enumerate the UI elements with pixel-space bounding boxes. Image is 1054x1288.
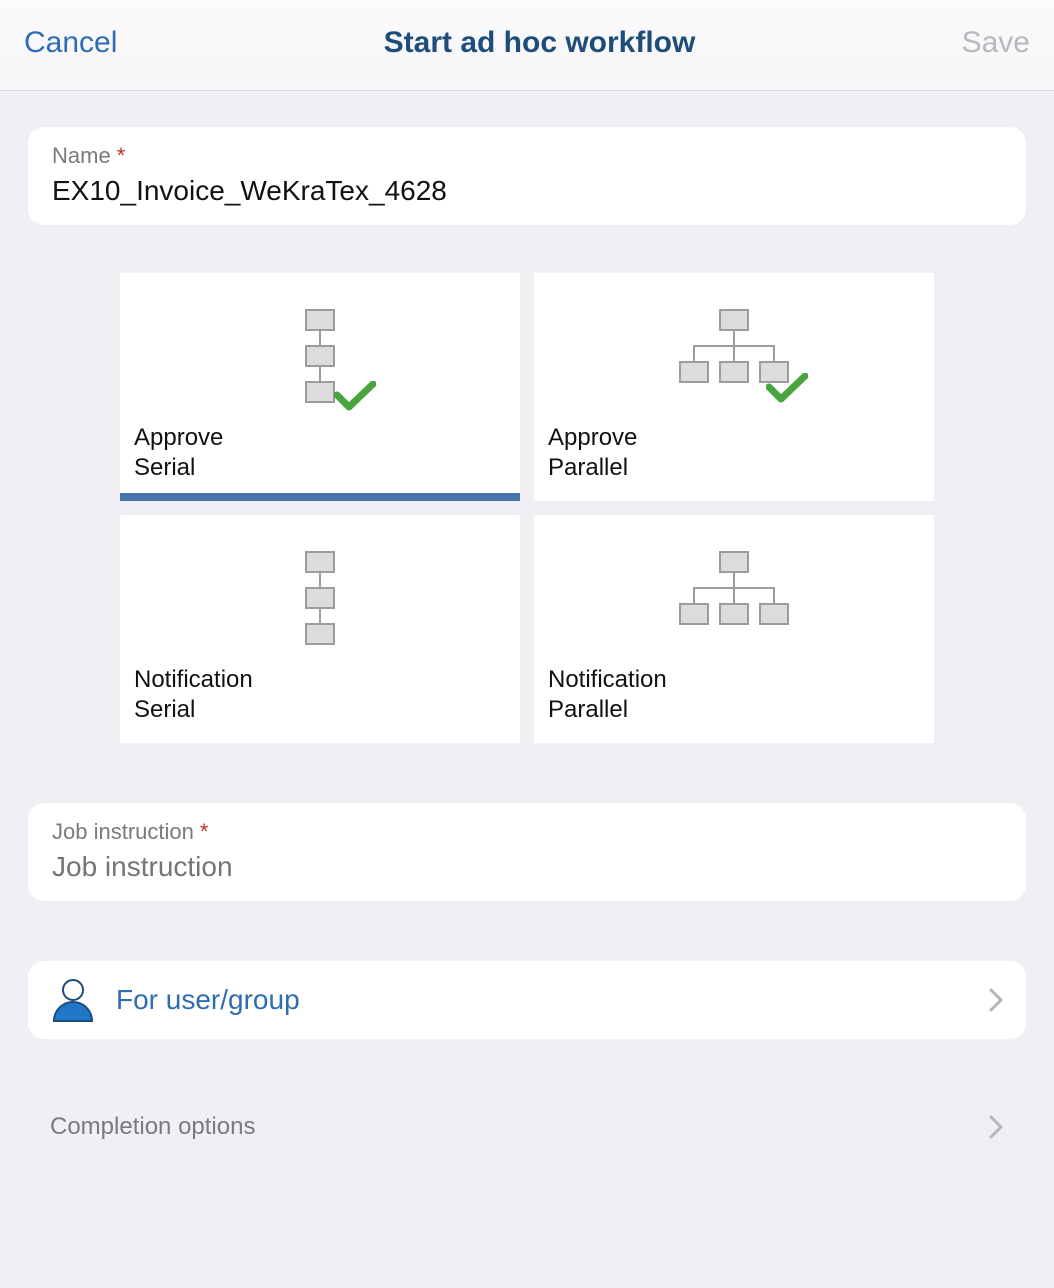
cancel-button[interactable]: Cancel: [24, 26, 117, 60]
tile-notification-parallel[interactable]: Notification Parallel: [534, 515, 934, 743]
tile-label-line2: Parallel: [548, 453, 920, 483]
tile-label: Notification Parallel: [548, 665, 920, 725]
header-bar: Cancel Start ad hoc workflow Save: [0, 0, 1054, 91]
tile-label-line1: Notification: [548, 665, 920, 695]
serial-approve-icon: [120, 309, 520, 409]
job-instruction-input[interactable]: [52, 851, 1002, 883]
required-asterisk: *: [117, 143, 126, 168]
page-title: Start ad hoc workflow: [117, 26, 961, 60]
for-user-group-row[interactable]: For user/group: [28, 961, 1026, 1039]
workflow-type-grid: Approve Serial Approve Parallel: [120, 273, 934, 743]
tile-label: Approve Serial: [134, 423, 506, 483]
job-instruction-label: Job instruction: [52, 819, 194, 845]
tile-label-line1: Notification: [134, 665, 506, 695]
tile-label-line2: Parallel: [548, 695, 920, 725]
parallel-notify-icon: [534, 551, 934, 631]
user-icon: [50, 977, 96, 1023]
completion-options-label: Completion options: [50, 1113, 988, 1141]
tile-label-line1: Approve: [548, 423, 920, 453]
chevron-right-icon: [988, 987, 1004, 1013]
serial-notify-icon: [120, 551, 520, 651]
for-user-group-label: For user/group: [116, 984, 988, 1016]
chevron-right-icon: [988, 1114, 1004, 1140]
tile-label-line2: Serial: [134, 695, 506, 725]
completion-options-row[interactable]: Completion options: [28, 1095, 1026, 1159]
required-asterisk: *: [200, 819, 209, 844]
save-button[interactable]: Save: [962, 26, 1030, 60]
tile-approve-serial[interactable]: Approve Serial: [120, 273, 520, 501]
tile-approve-parallel[interactable]: Approve Parallel: [534, 273, 934, 501]
tile-label: Notification Serial: [134, 665, 506, 725]
job-instruction-card: Job instruction*: [28, 803, 1026, 901]
name-input[interactable]: [52, 175, 1002, 207]
tile-notification-serial[interactable]: Notification Serial: [120, 515, 520, 743]
name-label: Name: [52, 143, 111, 169]
tile-label-line1: Approve: [134, 423, 506, 453]
parallel-approve-icon: [534, 309, 934, 389]
content-area: Name* Approve Serial: [0, 91, 1054, 1199]
checkmark-icon: [334, 381, 376, 411]
tile-label: Approve Parallel: [548, 423, 920, 483]
tile-label-line2: Serial: [134, 453, 506, 483]
name-field-card: Name*: [28, 127, 1026, 225]
checkmark-icon: [766, 373, 808, 403]
